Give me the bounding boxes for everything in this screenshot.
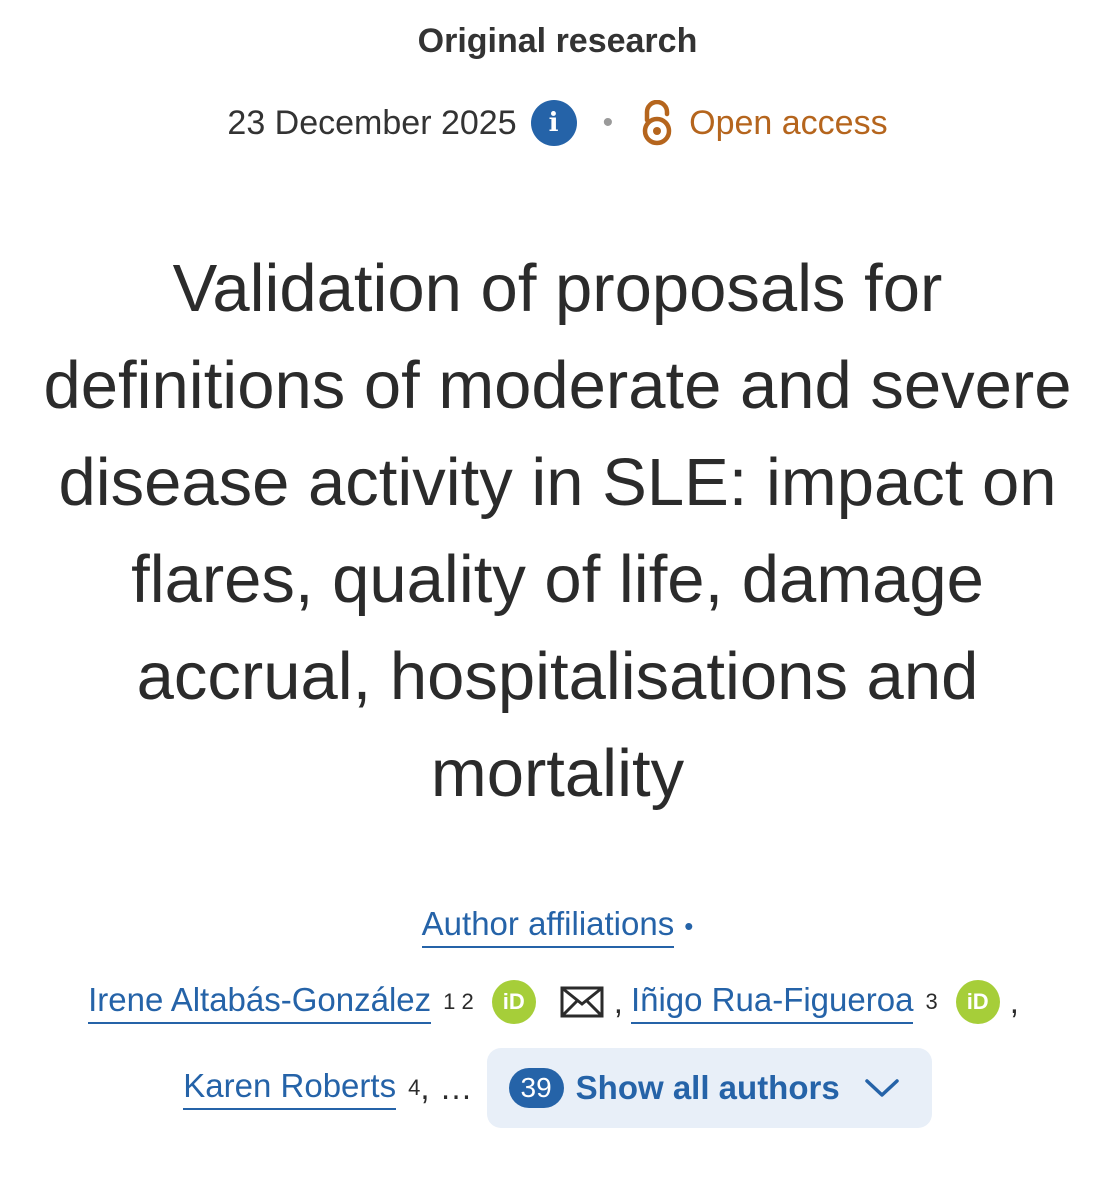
show-all-authors-label: Show all authors bbox=[575, 1069, 840, 1106]
chevron-down-icon bbox=[864, 1079, 899, 1097]
author-link-roberts[interactable]: Karen Roberts bbox=[183, 1067, 397, 1110]
info-icon[interactable]: i bbox=[530, 100, 577, 146]
comma: , bbox=[420, 1069, 430, 1106]
publish-date: 23 December 2025 bbox=[227, 103, 517, 142]
separator-dot: • bbox=[602, 106, 614, 139]
open-access-label: Open access bbox=[689, 103, 888, 142]
author-link-altabas[interactable]: Irene Altabás-González bbox=[88, 981, 432, 1024]
ellipsis: … bbox=[439, 1069, 473, 1106]
separator-dot: • bbox=[684, 911, 694, 941]
comma: , bbox=[613, 983, 623, 1020]
authors-row-2: Karen Roberts 4 , … 39 Show all authors bbox=[0, 1048, 1115, 1128]
show-all-authors-button[interactable]: 39 Show all authors bbox=[486, 1048, 932, 1128]
author-count-badge: 39 bbox=[508, 1068, 564, 1108]
author-affil-refs[interactable]: 3 bbox=[925, 989, 937, 1015]
author-link-rua-figueroa[interactable]: Iñigo Rua-Figueroa bbox=[630, 981, 914, 1024]
authors-row: Irene Altabás-González 1 2 iD , Iñigo Ru… bbox=[0, 980, 1115, 1024]
orcid-icon[interactable]: iD bbox=[491, 980, 536, 1024]
article-type: Original research bbox=[417, 22, 698, 60]
email-icon[interactable] bbox=[560, 986, 604, 1018]
author-affil-refs[interactable]: 1 2 bbox=[443, 989, 474, 1015]
author-affil-refs[interactable]: 4 bbox=[408, 1075, 420, 1101]
open-access-lock-icon bbox=[642, 100, 672, 146]
comma: , bbox=[1009, 983, 1019, 1020]
meta-row: 23 December 2025 i • Open access bbox=[0, 100, 1115, 146]
orcid-icon[interactable]: iD bbox=[955, 980, 1000, 1024]
article-title: Validation of proposals for definitions … bbox=[43, 251, 1072, 811]
author-affiliations-link[interactable]: Author affiliations bbox=[421, 905, 675, 948]
affiliations-row: Author affiliations • bbox=[0, 905, 1115, 948]
